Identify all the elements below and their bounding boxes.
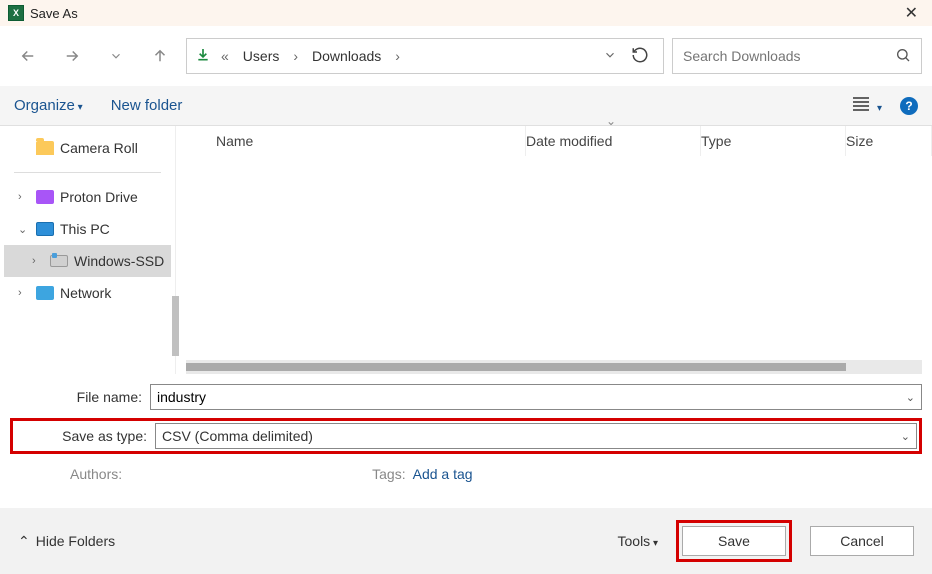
add-tag-link[interactable]: Add a tag [413, 466, 473, 482]
view-options-button[interactable]: ▾ [853, 97, 882, 114]
proton-icon [36, 190, 54, 204]
toolbar: Organize New folder ▾ ? [0, 86, 932, 126]
tree-item-this-pc[interactable]: ⌄ This PC [4, 213, 171, 245]
filename-dropdown-icon[interactable]: ⌄ [906, 391, 915, 404]
refresh-button[interactable] [625, 46, 655, 67]
search-box[interactable] [672, 38, 922, 74]
tree-item-network[interactable]: › Network [4, 277, 171, 309]
filename-label: File name: [10, 389, 150, 405]
save-highlight: Save [676, 520, 792, 562]
hide-folders-label: Hide Folders [36, 533, 115, 549]
column-size[interactable]: Size [846, 126, 932, 156]
metadata-row: Authors: Tags: Add a tag [10, 462, 922, 482]
separator [14, 172, 161, 173]
tree-item-proton-drive[interactable]: › Proton Drive [4, 181, 171, 213]
chevron-right-icon: › [393, 48, 402, 64]
authors-label: Authors: [70, 466, 122, 482]
nav-bar: « Users › Downloads › [0, 26, 932, 86]
column-name[interactable]: Name [216, 126, 526, 156]
hide-folders-button[interactable]: ⌃ Hide Folders [18, 533, 115, 550]
tree-label: Proton Drive [60, 189, 138, 205]
chevron-right-icon: › [291, 48, 300, 64]
cancel-button[interactable]: Cancel [810, 526, 914, 556]
tree-item-camera-roll[interactable]: Camera Roll [4, 132, 171, 164]
horizontal-scrollbar[interactable] [186, 360, 922, 374]
tags-label: Tags: [372, 466, 405, 482]
column-headers: Name Date modified Type Size [176, 126, 932, 156]
filetype-highlight: Save as type: CSV (Comma delimited) ⌄ [10, 418, 922, 454]
search-input[interactable] [683, 48, 895, 64]
folder-icon [36, 141, 54, 155]
network-icon [36, 286, 54, 300]
tree-label: Windows-SSD [74, 253, 164, 269]
title-bar: X Save As ✕ [0, 0, 932, 26]
organize-menu[interactable]: Organize [14, 97, 83, 114]
help-button[interactable]: ? [900, 97, 918, 115]
filetype-field[interactable]: CSV (Comma delimited) ⌄ [155, 423, 917, 449]
drive-icon [50, 255, 68, 267]
filetype-dropdown-icon[interactable]: ⌄ [901, 430, 910, 443]
breadcrumb-prefix: « [219, 48, 231, 64]
dialog-footer: ⌃ Hide Folders Tools Save Cancel [0, 508, 932, 574]
filetype-row: Save as type: CSV (Comma delimited) ⌄ [15, 423, 917, 449]
excel-icon: X [8, 5, 24, 21]
downloads-icon [195, 47, 211, 66]
filetype-label: Save as type: [15, 428, 155, 444]
file-list[interactable] [176, 156, 932, 360]
window-title: Save As [30, 6, 78, 21]
save-button[interactable]: Save [682, 526, 786, 556]
filename-input[interactable] [157, 389, 906, 405]
close-button[interactable]: ✕ [899, 3, 924, 23]
column-date[interactable]: Date modified [526, 126, 701, 156]
recent-dropdown[interactable] [98, 38, 134, 74]
breadcrumb-users[interactable]: Users [239, 48, 284, 64]
tree-label: This PC [60, 221, 110, 237]
pc-icon [36, 222, 54, 236]
forward-button[interactable] [54, 38, 90, 74]
address-dropdown[interactable] [603, 48, 617, 65]
new-folder-button[interactable]: New folder [111, 97, 183, 114]
filename-row: File name: ⌄ [10, 384, 922, 410]
chevron-up-icon: ⌃ [18, 533, 30, 550]
back-button[interactable] [10, 38, 46, 74]
column-type[interactable]: Type [701, 126, 846, 156]
explorer-body: Camera Roll › Proton Drive ⌄ This PC › W… [0, 126, 932, 374]
search-icon [895, 47, 911, 66]
sidebar-scrollbar[interactable] [172, 296, 179, 356]
save-form: File name: ⌄ Save as type: CSV (Comma de… [0, 374, 932, 482]
filename-field[interactable]: ⌄ [150, 384, 922, 410]
address-bar[interactable]: « Users › Downloads › [186, 38, 664, 74]
file-list-pane: Name Date modified Type Size [175, 126, 932, 374]
tree-label: Network [60, 285, 111, 301]
filetype-value: CSV (Comma delimited) [162, 428, 901, 444]
folder-tree: Camera Roll › Proton Drive ⌄ This PC › W… [0, 126, 175, 374]
tools-menu[interactable]: Tools [618, 533, 659, 549]
up-button[interactable] [142, 38, 178, 74]
tree-item-windows-ssd[interactable]: › Windows-SSD [4, 245, 171, 277]
tree-label: Camera Roll [60, 140, 138, 156]
breadcrumb-downloads[interactable]: Downloads [308, 48, 385, 64]
